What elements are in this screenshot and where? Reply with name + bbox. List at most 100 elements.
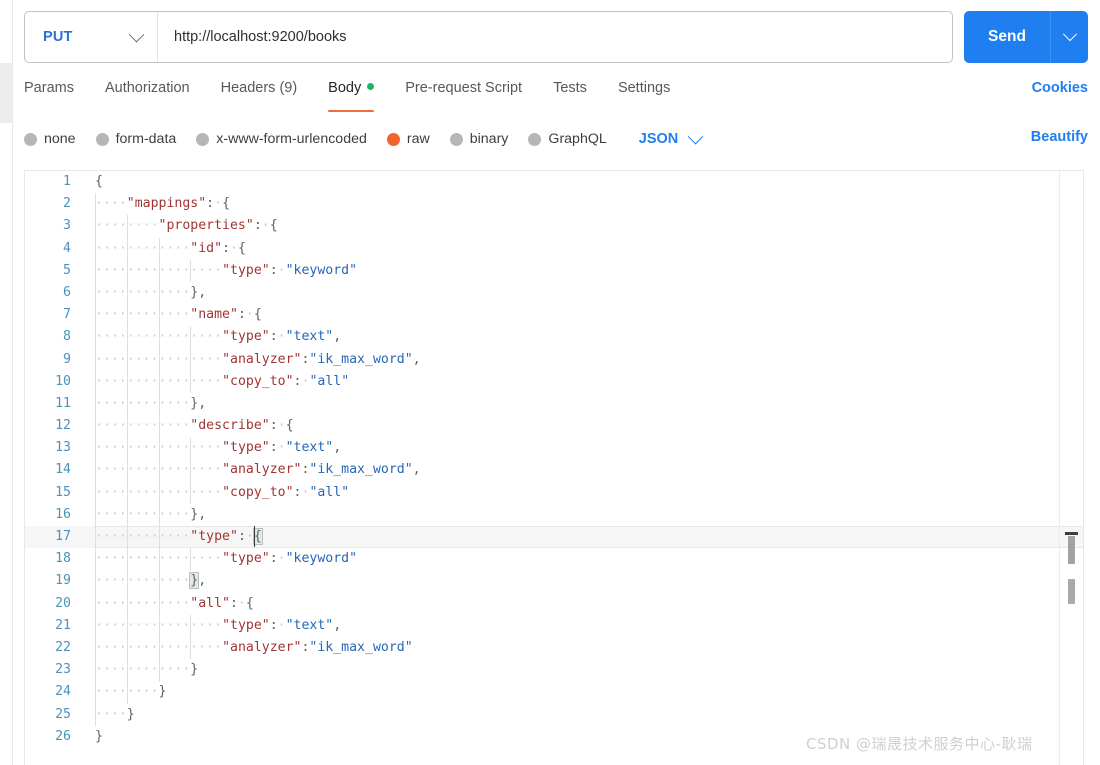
code-line[interactable]: 13 ················"type":·"text", bbox=[25, 437, 1083, 459]
raw-body-editor[interactable]: 1{2 ····"mappings":·{3 ········"properties… bbox=[24, 170, 1084, 765]
code-line[interactable]: 5 ················"type":·"keyword" bbox=[25, 260, 1083, 282]
code-line[interactable]: 6 ············}, bbox=[25, 282, 1083, 304]
whitespace-marker: ···· bbox=[95, 662, 127, 678]
code-line-content[interactable]: ············}, bbox=[81, 570, 1083, 592]
code-line[interactable]: 23 ············} bbox=[25, 659, 1083, 681]
code-line-content[interactable]: ············"type":·{ bbox=[81, 526, 1083, 549]
whitespace-marker: ···· bbox=[126, 373, 159, 389]
body-type-x-www-form-urlencoded[interactable]: x-www-form-urlencoded bbox=[196, 131, 367, 147]
code-line-content[interactable]: ············"all":·{ bbox=[81, 593, 1083, 615]
editor-right-border bbox=[1059, 171, 1060, 765]
code-line[interactable]: 7 ············"name":·{ bbox=[25, 304, 1083, 326]
code-line[interactable]: 21 ················"type":·"text", bbox=[25, 615, 1083, 637]
code-line[interactable]: 25 ····} bbox=[25, 704, 1083, 726]
code-line[interactable]: 2 ····"mappings":·{ bbox=[25, 193, 1083, 215]
body-type-raw[interactable]: raw bbox=[386, 131, 430, 147]
body-type-none[interactable]: none bbox=[24, 131, 76, 147]
code-line-content[interactable]: ················"analyzer":"ik_max_word" bbox=[81, 637, 1083, 659]
cookies-link[interactable]: Cookies bbox=[1032, 80, 1088, 96]
json-punctuation: { bbox=[222, 196, 231, 212]
line-number: 1 bbox=[63, 174, 71, 189]
code-line-content[interactable]: ········"properties":·{ bbox=[81, 215, 1083, 237]
line-number: 4 bbox=[63, 240, 71, 256]
send-options-button[interactable] bbox=[1050, 11, 1088, 63]
code-area[interactable]: 1{2 ····"mappings":·{3 ········"properties… bbox=[25, 171, 1083, 765]
code-line-content[interactable]: ················"type":·"text", bbox=[81, 615, 1083, 637]
code-line[interactable]: 24 ········} bbox=[25, 681, 1083, 703]
code-line-content[interactable]: ············}, bbox=[81, 504, 1083, 526]
body-type-binary[interactable]: binary bbox=[449, 131, 508, 147]
editor-vertical-scrollbar-lower[interactable] bbox=[1068, 579, 1075, 604]
code-line[interactable]: 8 ················"type":·"text", bbox=[25, 326, 1083, 348]
send-button[interactable]: Send bbox=[964, 11, 1050, 63]
code-line[interactable]: 17 ············"type":·{ bbox=[25, 526, 1083, 549]
code-line-content[interactable]: ····} bbox=[81, 704, 1083, 726]
http-method-select[interactable]: PUT bbox=[25, 12, 158, 62]
code-line-content[interactable]: ········} bbox=[81, 681, 1083, 703]
whitespace-marker: · bbox=[277, 617, 286, 633]
code-line[interactable]: 4 ············"id":·{ bbox=[25, 238, 1083, 260]
tab-headers-9[interactable]: Headers (9) bbox=[221, 76, 298, 112]
tab-params[interactable]: Params bbox=[24, 76, 74, 112]
body-type-graphql[interactable]: GraphQL bbox=[528, 131, 607, 147]
unsaved-body-dot-icon bbox=[367, 83, 375, 90]
body-type-form-data[interactable]: form-data bbox=[95, 131, 176, 147]
code-line-content[interactable]: ············"describe":·{ bbox=[81, 415, 1083, 437]
whitespace-marker: ···· bbox=[158, 284, 191, 300]
code-line-content[interactable]: ············}, bbox=[81, 393, 1083, 415]
code-line[interactable]: 22 ················"analyzer":"ik_max_wor… bbox=[25, 637, 1083, 659]
code-line-content[interactable]: ················"copy_to":·"all" bbox=[81, 371, 1083, 393]
url-input[interactable]: http://localhost:9200/books bbox=[158, 29, 952, 45]
tab-tests[interactable]: Tests bbox=[553, 76, 587, 112]
sidebar-rail bbox=[0, 0, 13, 765]
whitespace-marker: ···· bbox=[158, 551, 191, 567]
tab-pre-request-script[interactable]: Pre-request Script bbox=[405, 76, 522, 112]
radio-icon bbox=[386, 132, 400, 146]
line-number: 16 bbox=[55, 506, 71, 522]
code-line-content[interactable]: ················"type":·"keyword" bbox=[81, 260, 1083, 282]
body-type-radio-group: none form-data x-www-form-urlencoded raw bin… bbox=[24, 131, 627, 147]
code-line[interactable]: 14 ················"analyzer":"ik_max_wor… bbox=[25, 459, 1083, 481]
whitespace-marker: ···· bbox=[126, 551, 159, 567]
whitespace-marker: ···· bbox=[158, 440, 191, 456]
code-line-content[interactable]: ················"analyzer":"ik_max_word"… bbox=[81, 349, 1083, 371]
code-line[interactable]: 11 ············}, bbox=[25, 393, 1083, 415]
code-line-content[interactable]: ············"id":·{ bbox=[81, 238, 1083, 260]
code-line[interactable]: 19 ············}, bbox=[25, 570, 1083, 592]
code-line[interactable]: 9 ················"analyzer":"ik_max_word… bbox=[25, 349, 1083, 371]
code-line-content[interactable]: ············"name":·{ bbox=[81, 304, 1083, 326]
code-line-content[interactable]: ················"type":·"keyword" bbox=[81, 548, 1083, 570]
code-line[interactable]: 15 ················"copy_to":·"all" bbox=[25, 482, 1083, 504]
code-line[interactable]: 12 ············"describe":·{ bbox=[25, 415, 1083, 437]
whitespace-marker: ···· bbox=[95, 329, 127, 345]
body-format-select[interactable]: JSON bbox=[639, 128, 704, 147]
code-line-content[interactable]: ····"mappings":·{ bbox=[81, 193, 1083, 215]
json-key: "properties" bbox=[158, 218, 254, 234]
whitespace-marker: ···· bbox=[126, 351, 159, 367]
beautify-link[interactable]: Beautify bbox=[1031, 129, 1088, 145]
code-line-content[interactable]: ················"type":·"text", bbox=[81, 326, 1083, 348]
tab-body[interactable]: Body bbox=[328, 76, 375, 112]
code-line[interactable]: 3 ········"properties":·{ bbox=[25, 215, 1083, 237]
whitespace-marker: ···· bbox=[158, 240, 191, 256]
code-line-content[interactable]: ················"type":·"text", bbox=[81, 437, 1083, 459]
whitespace-marker: ···· bbox=[95, 573, 127, 589]
code-line-content[interactable]: { bbox=[81, 171, 1083, 193]
whitespace-marker: ···· bbox=[95, 307, 127, 323]
code-line-content[interactable]: ················"analyzer":"ik_max_word"… bbox=[81, 459, 1083, 481]
code-line[interactable]: 18 ················"type":·"keyword" bbox=[25, 548, 1083, 570]
code-line[interactable]: 10 ················"copy_to":·"all" bbox=[25, 371, 1083, 393]
whitespace-marker: ···· bbox=[95, 395, 127, 411]
whitespace-marker: ···· bbox=[158, 462, 191, 478]
code-line[interactable]: 20 ············"all":·{ bbox=[25, 593, 1083, 615]
code-line[interactable]: 1{ bbox=[25, 171, 1083, 193]
code-line-content[interactable]: ············}, bbox=[81, 282, 1083, 304]
whitespace-marker: ···· bbox=[126, 662, 159, 678]
code-line-content[interactable]: ················"copy_to":·"all" bbox=[81, 482, 1083, 504]
code-line[interactable]: 16 ············}, bbox=[25, 504, 1083, 526]
tab-settings[interactable]: Settings bbox=[618, 76, 670, 112]
indent-guide bbox=[190, 615, 192, 660]
editor-vertical-scrollbar-upper[interactable] bbox=[1068, 536, 1075, 564]
tab-authorization[interactable]: Authorization bbox=[105, 76, 190, 112]
code-line-content[interactable]: ············} bbox=[81, 659, 1083, 681]
